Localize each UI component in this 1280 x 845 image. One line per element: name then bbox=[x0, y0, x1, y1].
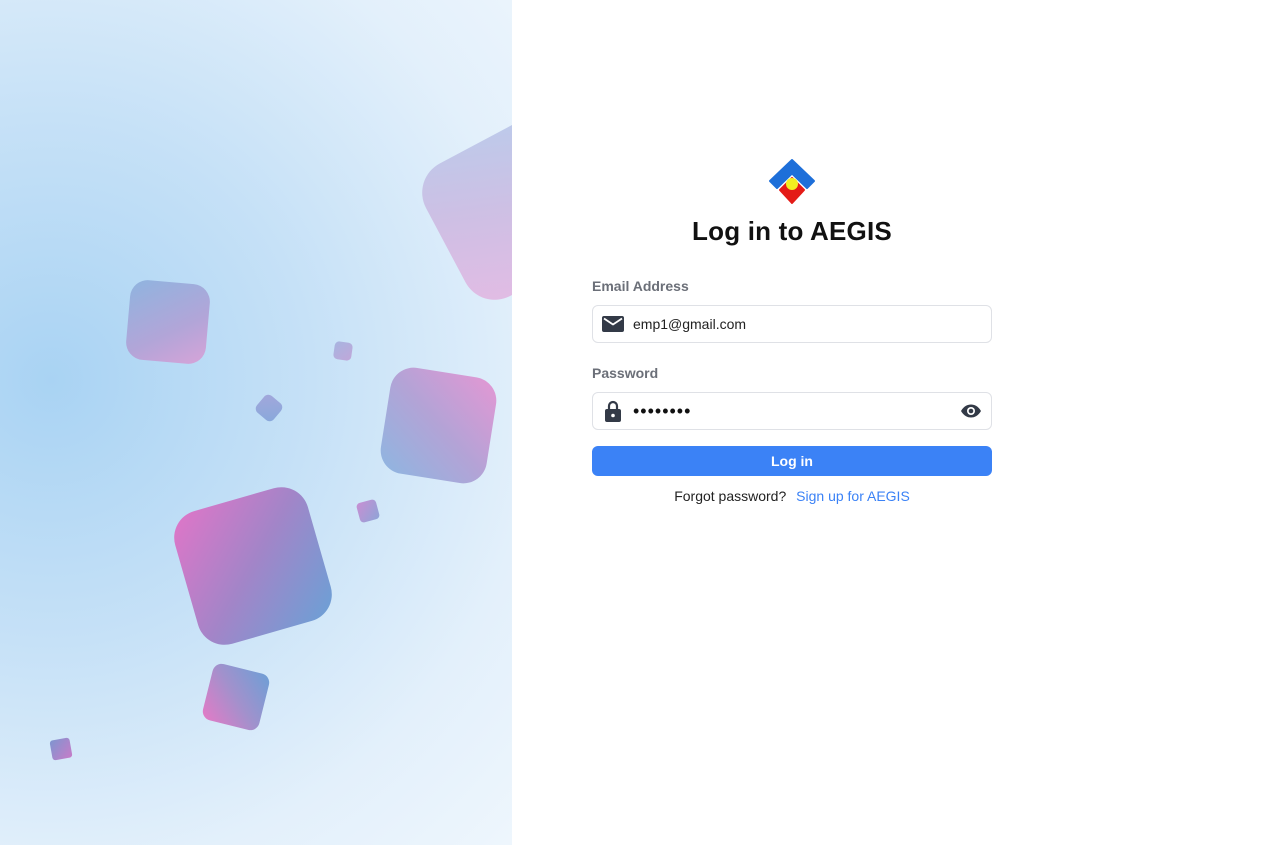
login-panel: Log in to AEGIS Email Address Password bbox=[512, 0, 1280, 845]
eye-icon[interactable] bbox=[951, 393, 991, 429]
aegis-logo-icon bbox=[769, 159, 815, 204]
password-field[interactable]: •••••••• bbox=[592, 392, 992, 430]
email-input[interactable] bbox=[633, 307, 991, 341]
page-title: Log in to AEGIS bbox=[692, 216, 892, 246]
signup-link[interactable]: Sign up for AEGIS bbox=[796, 488, 910, 504]
decorative-shape bbox=[49, 737, 73, 761]
decorative-shape bbox=[355, 498, 381, 524]
login-button[interactable]: Log in bbox=[592, 446, 992, 476]
decorative-panel bbox=[0, 0, 512, 845]
lock-icon bbox=[593, 393, 633, 429]
password-input[interactable]: •••••••• bbox=[633, 394, 951, 428]
envelope-icon bbox=[593, 306, 633, 342]
login-page: Log in to AEGIS Email Address Password bbox=[0, 0, 1280, 845]
decorative-shape bbox=[124, 278, 212, 366]
password-label: Password bbox=[592, 365, 659, 381]
decorative-shape bbox=[377, 364, 500, 487]
decorative-shape bbox=[200, 661, 272, 733]
login-form: Log in to AEGIS Email Address Password bbox=[592, 158, 992, 504]
auth-links: Forgot password? Sign up for AEGIS bbox=[592, 488, 992, 504]
decorative-shape bbox=[253, 392, 285, 424]
email-field[interactable] bbox=[592, 305, 992, 343]
decorative-shape bbox=[167, 480, 339, 652]
decorative-shape bbox=[332, 340, 354, 362]
forgot-password-link[interactable]: Forgot password? bbox=[674, 488, 786, 504]
decorative-shape bbox=[410, 108, 512, 312]
email-label: Email Address bbox=[592, 278, 689, 294]
